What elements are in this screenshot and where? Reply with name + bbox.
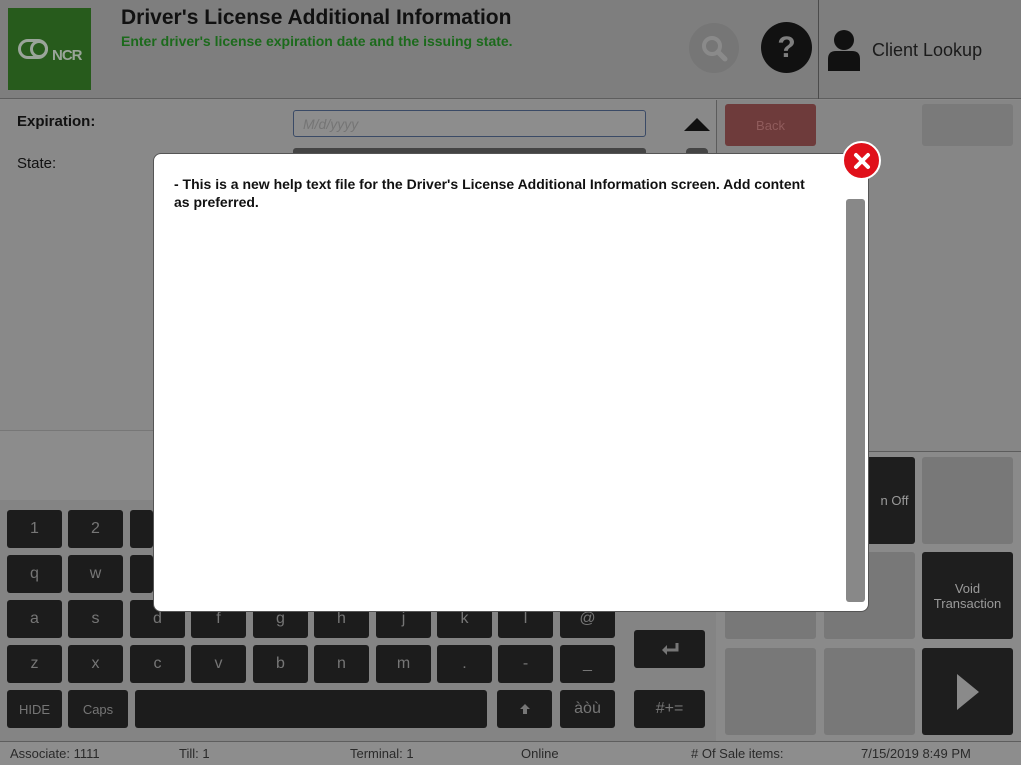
- header: NCR Driver's License Additional Informat…: [0, 0, 1021, 99]
- status-associate: Associate: 1111: [10, 746, 100, 761]
- status-bar: Associate: 1111 Till: 1 Terminal: 1 Onli…: [0, 741, 1021, 765]
- shift-key[interactable]: [497, 690, 552, 728]
- help-dialog: - This is a new help text file for the D…: [153, 153, 869, 612]
- help-scrollbar[interactable]: [846, 199, 865, 602]
- hide-keyboard-button[interactable]: HIDE: [7, 690, 62, 728]
- back-button[interactable]: Back: [725, 104, 816, 146]
- key-w[interactable]: w: [68, 555, 123, 593]
- key-a[interactable]: a: [7, 600, 62, 638]
- key-s[interactable]: s: [68, 600, 123, 638]
- user-icon: [828, 30, 860, 71]
- logo-text: NCR: [52, 47, 82, 64]
- next-page-button[interactable]: [922, 648, 1013, 735]
- key-c[interactable]: c: [130, 645, 185, 683]
- page-title: Driver's License Additional Information: [121, 6, 512, 29]
- client-lookup-button[interactable]: Client Lookup: [826, 28, 982, 72]
- accents-key[interactable]: àòù: [560, 690, 615, 728]
- header-divider: [818, 0, 819, 99]
- key-2[interactable]: 2: [68, 510, 123, 548]
- void-transaction-button[interactable]: Void Transaction: [922, 552, 1013, 639]
- key-e-partial[interactable]: [130, 555, 153, 593]
- page-subtitle: Enter driver's license expiration date a…: [121, 33, 513, 49]
- client-lookup-label: Client Lookup: [872, 39, 983, 60]
- key-hyphen[interactable]: -: [498, 645, 553, 683]
- key-1[interactable]: 1: [7, 510, 62, 548]
- help-button[interactable]: ?: [761, 22, 812, 73]
- key-z[interactable]: z: [7, 645, 62, 683]
- key-b[interactable]: b: [253, 645, 308, 683]
- close-dialog-button[interactable]: [842, 141, 881, 180]
- function-button-6[interactable]: [725, 648, 816, 735]
- key-underscore[interactable]: _: [560, 645, 615, 683]
- void-transaction-label: Void Transaction: [933, 580, 1002, 611]
- status-connection: Online: [521, 746, 559, 761]
- status-terminal: Terminal: 1: [350, 746, 414, 761]
- top-right-button[interactable]: [922, 104, 1013, 146]
- function-button-2[interactable]: [922, 457, 1013, 544]
- status-sale-items: # Of Sale items:: [691, 746, 784, 761]
- key-3-partial[interactable]: [130, 510, 153, 548]
- key-m[interactable]: m: [376, 645, 431, 683]
- caps-key[interactable]: Caps: [68, 690, 128, 728]
- function-button-7[interactable]: [824, 648, 915, 735]
- key-q[interactable]: q: [7, 555, 62, 593]
- search-icon: [702, 36, 728, 62]
- help-text: - This is a new help text file for the D…: [174, 176, 805, 210]
- scroll-up-arrow-icon[interactable]: [684, 118, 710, 131]
- key-n[interactable]: n: [314, 645, 369, 683]
- expiration-label: Expiration:: [17, 113, 96, 130]
- status-till: Till: 1: [179, 746, 210, 761]
- play-arrow-icon: [956, 673, 979, 710]
- key-x[interactable]: x: [68, 645, 123, 683]
- close-icon: [853, 152, 870, 169]
- logo-ring-inner: [30, 40, 48, 58]
- key-v[interactable]: v: [191, 645, 246, 683]
- arrow-up-icon: [519, 704, 530, 714]
- status-datetime: 7/15/2019 8:49 PM: [861, 746, 971, 761]
- sign-off-label: n Off: [880, 493, 909, 508]
- expiration-input[interactable]: [293, 110, 646, 137]
- key-period[interactable]: .: [437, 645, 492, 683]
- enter-key[interactable]: [634, 630, 705, 668]
- symbols-key[interactable]: #+=: [634, 690, 705, 728]
- state-label: State:: [17, 155, 57, 172]
- search-button[interactable]: [689, 23, 739, 73]
- enter-icon: [661, 643, 678, 655]
- ncr-logo: NCR: [8, 8, 91, 90]
- space-key[interactable]: [135, 690, 487, 728]
